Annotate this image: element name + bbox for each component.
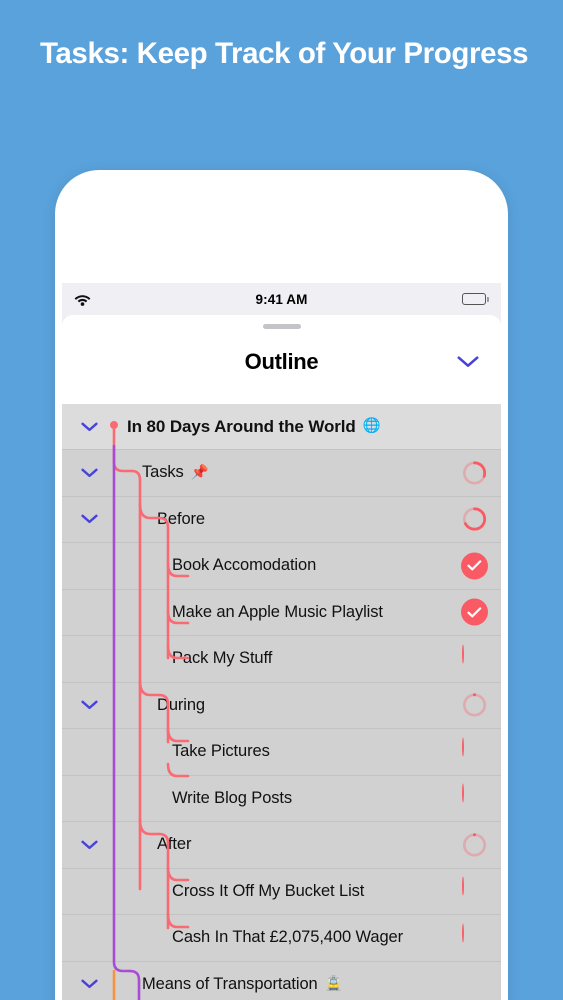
- outline-row[interactable]: After: [62, 822, 501, 869]
- outline-row-label: Means of Transportation 🚊: [142, 975, 343, 994]
- outline-sheet: Outline In 80 Days Around the World 🌐 Task…: [62, 315, 501, 1000]
- chevron-down-icon[interactable]: [74, 450, 104, 496]
- task-progress-ring[interactable]: [461, 506, 488, 533]
- chevron-down-icon[interactable]: [74, 404, 104, 449]
- phone-screen: 9:41 AM Outline In 80 Days Around the Wo…: [62, 283, 501, 1000]
- chevron-down-icon[interactable]: [74, 497, 104, 543]
- task-incomplete-circle[interactable]: [461, 876, 488, 905]
- outline-row-label: Before: [157, 510, 205, 529]
- status-bar: 9:41 AM: [62, 283, 501, 315]
- outline-row-label: Cash In That £2,075,400 Wager: [172, 928, 403, 947]
- outline-row-text: Write Blog Posts: [172, 788, 293, 807]
- outline-row[interactable]: Take Pictures: [62, 729, 501, 776]
- outline-row-text: After: [157, 835, 192, 854]
- outline-row-label: Make an Apple Music Playlist: [172, 603, 383, 622]
- outline-row-label: After: [157, 835, 191, 854]
- chevron-down-icon[interactable]: [457, 356, 479, 369]
- outline-row-label: During: [157, 696, 205, 715]
- outline-row[interactable]: During: [62, 682, 501, 729]
- tram-emoji: 🚊: [324, 976, 343, 992]
- outline-row[interactable]: Before: [62, 496, 501, 543]
- task-incomplete-circle[interactable]: [461, 783, 488, 812]
- chevron-down-icon[interactable]: [74, 962, 104, 1000]
- page-title: Outline: [244, 349, 319, 374]
- outline-row[interactable]: In 80 Days Around the World 🌐: [62, 404, 501, 450]
- outline-row-label: Cross It Off My Bucket List: [172, 882, 364, 901]
- task-complete-checkmark[interactable]: [461, 598, 488, 626]
- outline-row-label: Write Blog Posts: [172, 789, 292, 808]
- task-incomplete-circle[interactable]: [461, 923, 488, 951]
- outline-row-label: Take Pictures: [172, 742, 270, 761]
- outline-row-label: Book Accomodation: [172, 556, 316, 575]
- outline-row[interactable]: Book Accomodation: [62, 543, 501, 590]
- outline-row-text: In 80 Days Around the World: [127, 416, 356, 436]
- chevron-down-icon[interactable]: [74, 683, 104, 729]
- outline-row-text: Tasks: [142, 463, 184, 482]
- outline-row-text: Make an Apple Music Playlist: [172, 602, 383, 621]
- outline-row-label: Pack My Stuff: [172, 649, 272, 668]
- outline-row[interactable]: Pack My Stuff: [62, 636, 501, 683]
- outline-row-text: Take Pictures: [172, 742, 270, 761]
- task-progress-ring[interactable]: [461, 692, 488, 719]
- task-progress-ring[interactable]: [461, 831, 488, 858]
- outline-row-text: Pack My Stuff: [172, 649, 273, 668]
- globe-emoji: 🌐: [362, 418, 381, 435]
- pushpin-emoji: 📌: [190, 464, 209, 481]
- outline-row-text: During: [157, 695, 206, 714]
- task-incomplete-circle[interactable]: [461, 644, 488, 672]
- status-time: 9:41 AM: [255, 291, 308, 307]
- outline-row-text: Cash In That £2,075,400 Wager: [172, 928, 404, 947]
- outline-row-text: Means of Transportation: [142, 974, 318, 993]
- chevron-down-icon[interactable]: [74, 822, 104, 868]
- promo-headline: Tasks: Keep Track of Your Progress: [40, 37, 529, 70]
- battery-full-icon: [462, 293, 489, 305]
- outline-row[interactable]: Means of Transportation 🚊: [62, 961, 501, 1000]
- outline-row-text: Before: [157, 509, 206, 528]
- outline-row-text: Cross It Off My Bucket List: [172, 881, 365, 900]
- phone-bezel-top: [55, 170, 508, 275]
- task-progress-ring[interactable]: [461, 459, 488, 486]
- outline-row-label: In 80 Days Around the World 🌐: [127, 417, 381, 437]
- outline-row[interactable]: Cross It Off My Bucket List: [62, 868, 501, 915]
- outline-row[interactable]: Cash In That £2,075,400 Wager: [62, 915, 501, 962]
- outline-row-text: Book Accomodation: [172, 556, 317, 575]
- outline-row-label: Tasks 📌: [142, 463, 209, 482]
- phone-mockup: 9:41 AM Outline In 80 Days Around the Wo…: [55, 170, 508, 1000]
- task-incomplete-circle[interactable]: [461, 737, 488, 765]
- sheet-header: Outline: [62, 329, 501, 395]
- outline-list[interactable]: In 80 Days Around the World 🌐 Tasks 📌 Before…: [62, 404, 501, 1000]
- task-complete-checkmark[interactable]: [461, 552, 488, 580]
- outline-row[interactable]: Write Blog Posts: [62, 775, 501, 822]
- outline-row[interactable]: Tasks 📌: [62, 450, 501, 497]
- outline-row[interactable]: Make an Apple Music Playlist: [62, 589, 501, 636]
